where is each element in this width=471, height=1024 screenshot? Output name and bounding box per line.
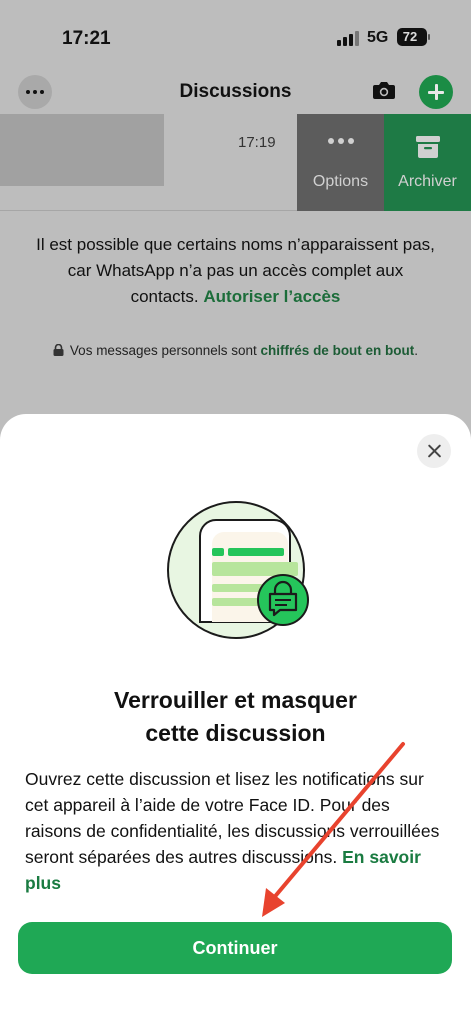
status-bar: 17:21 5G 72 xyxy=(0,0,471,64)
continue-button[interactable]: Continuer xyxy=(18,922,452,974)
notice-line-3: contacts. Autoriser l’accès xyxy=(20,284,451,310)
close-button[interactable] xyxy=(417,434,451,468)
options-label: Options xyxy=(312,173,369,190)
notice-line-3-text: contacts. xyxy=(130,287,199,306)
more-dots-icon xyxy=(297,138,384,146)
sheet-description: Ouvrez cette discussion et lisez les not… xyxy=(25,766,450,896)
battery-level: 72 xyxy=(402,29,418,44)
lock-icon xyxy=(53,343,64,356)
chat-preview-redacted xyxy=(0,114,164,186)
sheet-title-line-1: Verrouiller et masquer xyxy=(114,687,357,713)
chat-row[interactable]: 17:19 Options Archiver xyxy=(0,114,471,211)
network-label: 5G xyxy=(367,29,389,46)
camera-icon[interactable] xyxy=(372,80,396,100)
chat-time: 17:19 xyxy=(238,134,276,151)
encryption-end: . xyxy=(414,343,419,358)
new-chat-button[interactable] xyxy=(419,75,453,109)
contacts-notice: Il est possible que certains noms n’appa… xyxy=(20,232,451,310)
archive-label: Archiver xyxy=(398,173,457,190)
options-button[interactable]: Options xyxy=(297,114,384,211)
page-title: Discussions xyxy=(179,81,292,102)
encryption-notice: Vos messages personnels sont chiffrés de… xyxy=(0,343,471,358)
allow-access-link[interactable]: Autoriser l’accès xyxy=(203,287,340,306)
notice-line-1: Il est possible que certains noms n’appa… xyxy=(36,235,435,254)
encryption-link[interactable]: chiffrés de bout en bout xyxy=(261,343,415,358)
header: Discussions xyxy=(0,64,471,114)
archive-button[interactable]: Archiver xyxy=(384,114,471,211)
signal-icon xyxy=(337,30,359,46)
locked-chat-illustration xyxy=(166,500,316,640)
archive-icon xyxy=(416,136,440,158)
sheet-title: Verrouiller et masquer cette discussion xyxy=(0,684,471,750)
encryption-text: Vos messages personnels sont xyxy=(69,343,257,358)
lock-chat-sheet: Verrouiller et masquer cette discussion … xyxy=(0,414,471,1024)
sheet-title-line-2: cette discussion xyxy=(145,720,326,746)
battery-icon: 72 xyxy=(397,28,430,46)
notice-line-2: car WhatsApp n’a pas un accès complet au… xyxy=(67,261,404,280)
status-time: 17:21 xyxy=(62,28,111,49)
